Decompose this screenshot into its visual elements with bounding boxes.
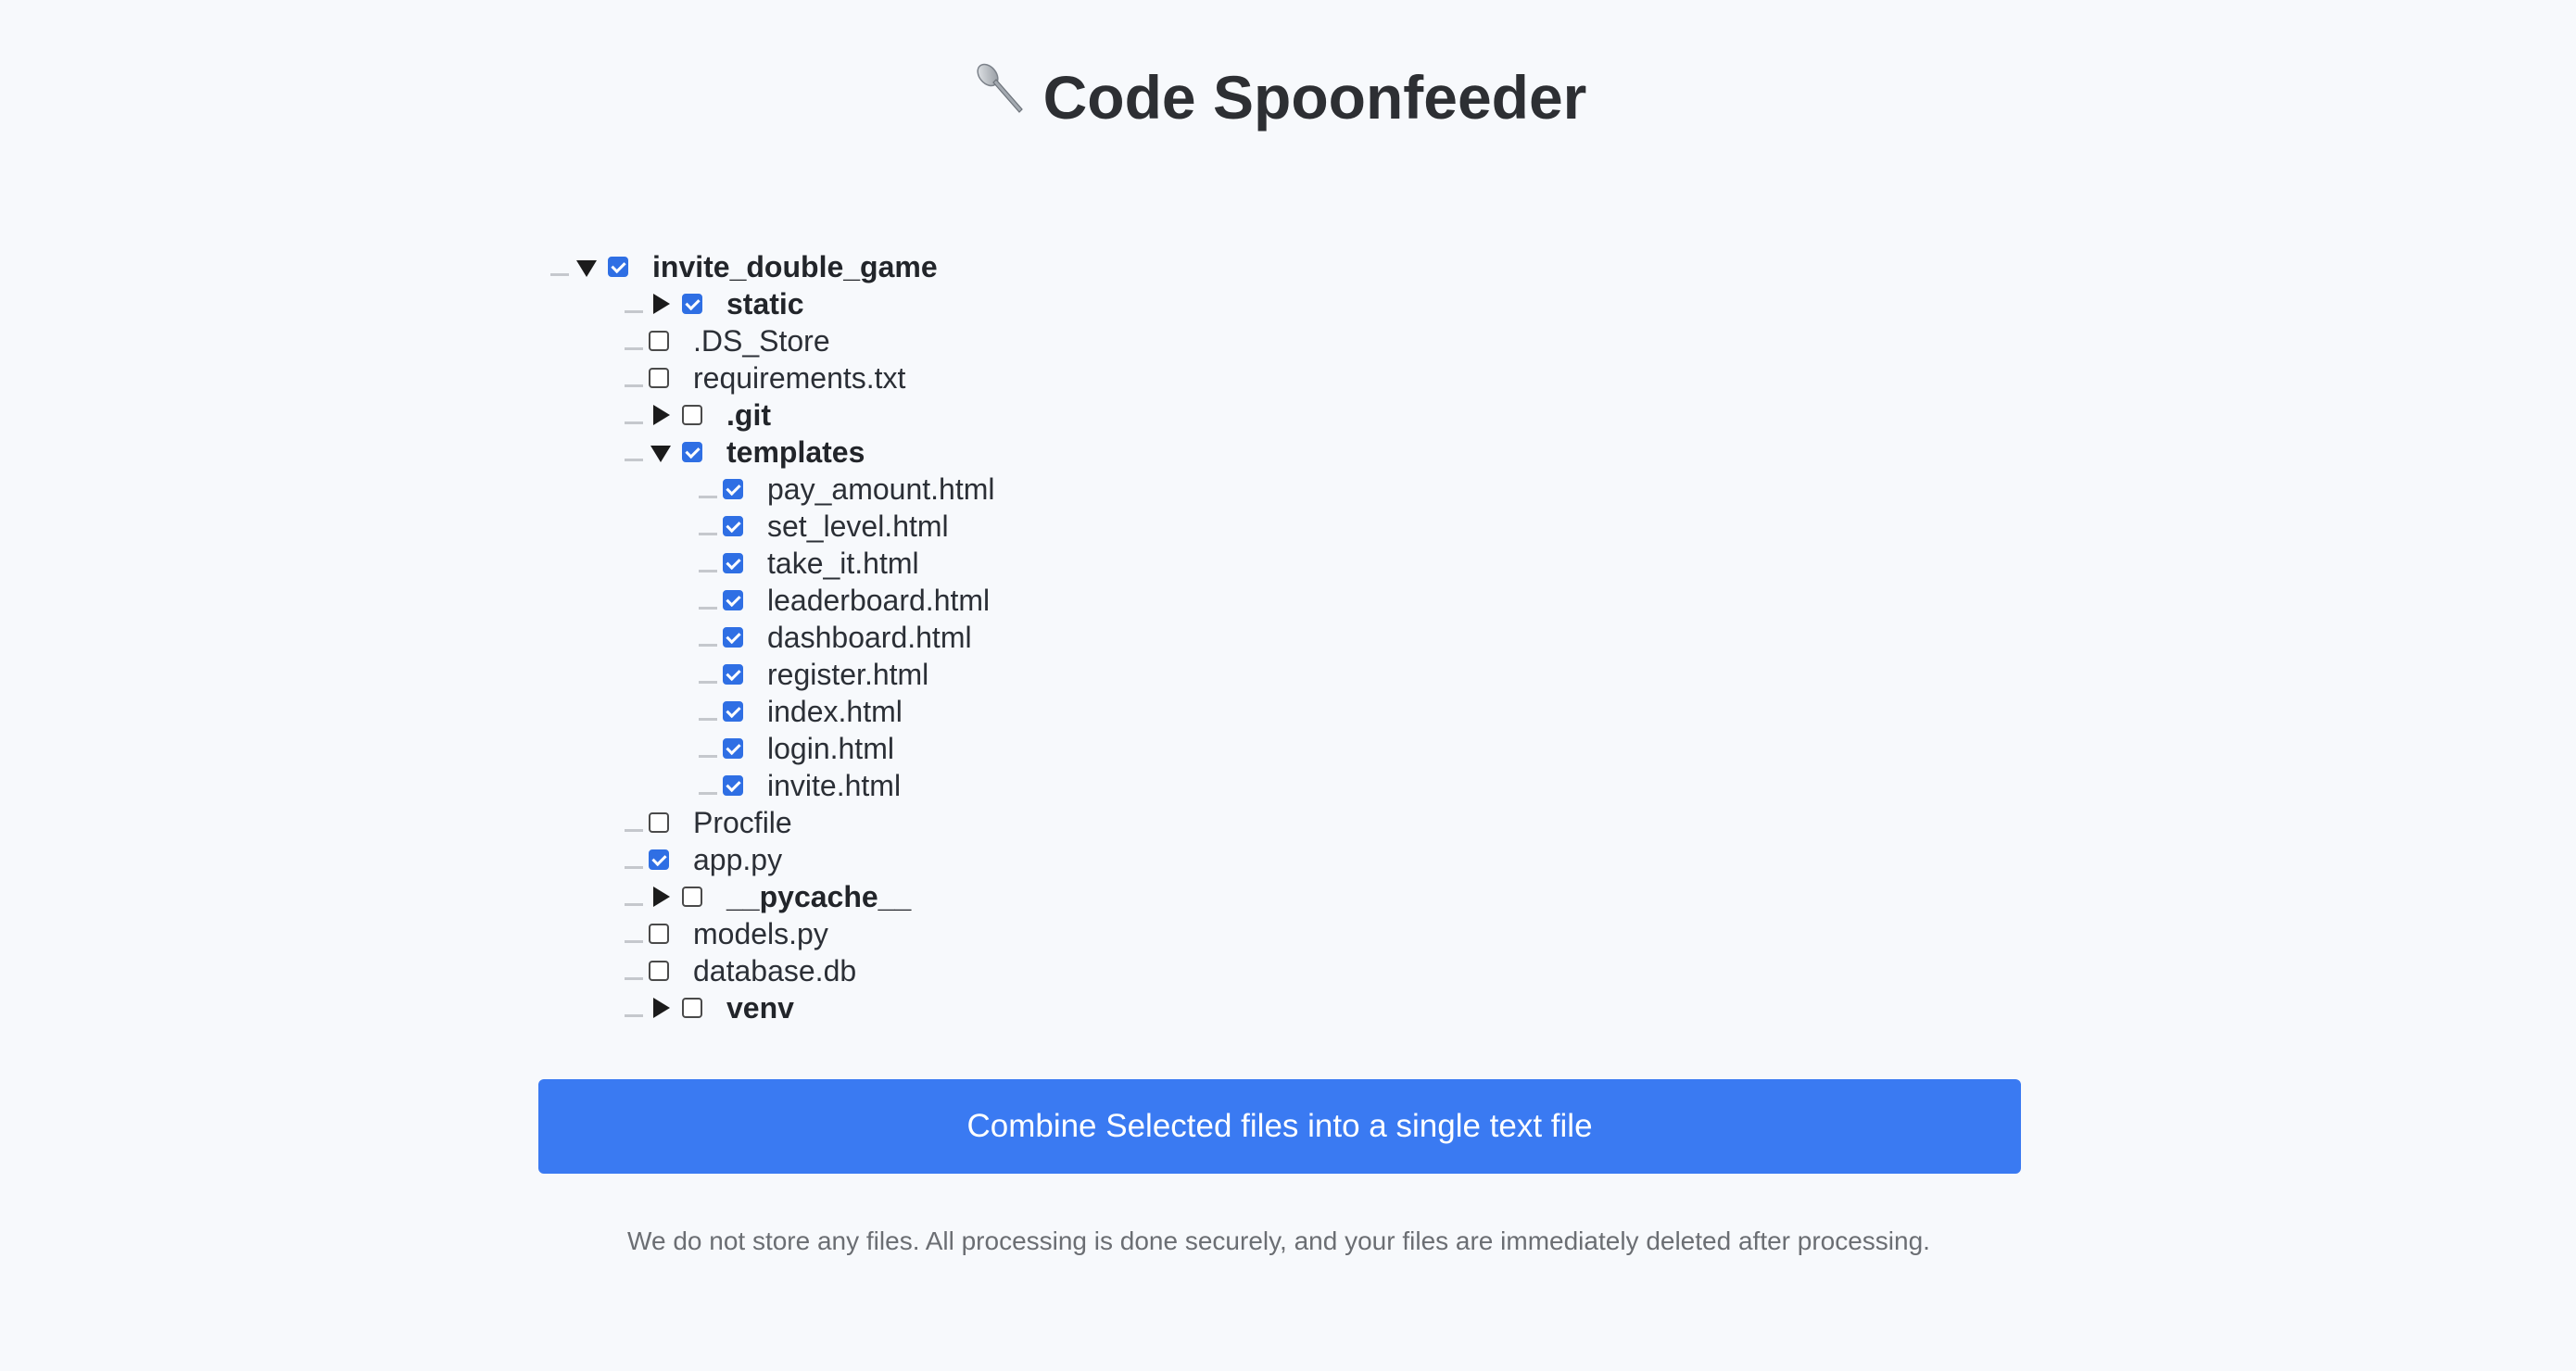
checkbox-templates[interactable] [682, 442, 702, 462]
tree-row-invite-double-game: invite_double_game [550, 248, 994, 285]
file-label[interactable]: database.db [693, 952, 856, 989]
tree-row-static: static [625, 285, 994, 322]
tree-row-set-level: set_level.html [699, 508, 994, 545]
tree-row-dashboard: dashboard.html [699, 619, 994, 656]
expand-toggle-icon[interactable] [649, 403, 673, 427]
file-label[interactable]: models.py [693, 915, 828, 952]
tree-row-login: login.html [699, 730, 994, 767]
checkbox-database-db[interactable] [649, 961, 669, 981]
checkbox-pycache[interactable] [682, 887, 702, 907]
checkbox-pay-amount[interactable] [723, 479, 743, 499]
tree-row-procfile: Procfile [625, 804, 994, 841]
file-label[interactable]: pay_amount.html [767, 471, 994, 508]
checkbox-set-level[interactable] [723, 516, 743, 536]
tree-connector [699, 791, 717, 795]
checkbox-invite[interactable] [723, 775, 743, 796]
folder-label[interactable]: invite_double_game [652, 248, 938, 285]
tree-connector [625, 939, 643, 943]
checkbox-app-py[interactable] [649, 849, 669, 870]
tree-row-templates: templates [625, 434, 994, 471]
checkbox-login[interactable] [723, 738, 743, 759]
tree-row-leaderboard: leaderboard.html [699, 582, 994, 619]
tree-connector [625, 865, 643, 869]
tree-connector [699, 532, 717, 535]
tree-row-register: register.html [699, 656, 994, 693]
file-label[interactable]: Procfile [693, 804, 792, 841]
folder-label[interactable]: static [726, 285, 804, 322]
privacy-note: We do not store any files. All processin… [627, 1226, 1930, 1255]
expand-toggle-icon[interactable] [649, 996, 673, 1020]
tree-connector [625, 1013, 643, 1017]
tree-row-take-it: take_it.html [699, 545, 994, 582]
checkbox-leaderboard[interactable] [723, 590, 743, 610]
file-label[interactable]: index.html [767, 693, 903, 730]
file-tree: invite_double_game static .DS_Store requ… [550, 248, 994, 1026]
tree-connector [699, 643, 717, 647]
tree-connector [625, 346, 643, 350]
tree-connector [625, 421, 643, 424]
checkbox-dashboard[interactable] [723, 627, 743, 648]
file-label[interactable]: .DS_Store [693, 322, 830, 359]
tree-connector [625, 828, 643, 832]
tree-connector [625, 384, 643, 387]
folder-label[interactable]: templates [726, 434, 865, 471]
app-page: Code Spoonfeeder invite_double_game stat… [0, 0, 2576, 1371]
tree-row-ds-store: .DS_Store [625, 322, 994, 359]
checkbox-models-py[interactable] [649, 924, 669, 944]
page-title: Code Spoonfeeder [0, 57, 2557, 137]
tree-connector [625, 902, 643, 906]
folder-label[interactable]: venv [726, 989, 794, 1026]
tree-connector [699, 495, 717, 498]
tree-connector [699, 606, 717, 610]
checkbox-register[interactable] [723, 664, 743, 685]
checkbox-index[interactable] [723, 701, 743, 722]
tree-connector [550, 272, 569, 276]
checkbox-static[interactable] [682, 294, 702, 314]
file-label[interactable]: invite.html [767, 767, 901, 804]
tree-connector [699, 717, 717, 721]
file-label[interactable]: requirements.txt [693, 359, 905, 396]
checkbox-requirements[interactable] [649, 368, 669, 388]
tree-connector [699, 754, 717, 758]
tree-connector [699, 680, 717, 684]
tree-row-pycache: __pycache__ [625, 878, 994, 915]
tree-connector [625, 976, 643, 980]
file-label[interactable]: register.html [767, 656, 928, 693]
combine-files-button[interactable]: Combine Selected files into a single tex… [538, 1079, 2021, 1174]
checkbox-procfile[interactable] [649, 812, 669, 833]
tree-row-pay-amount: pay_amount.html [699, 471, 994, 508]
spoon-icon [971, 57, 1030, 137]
expand-toggle-icon[interactable] [649, 885, 673, 909]
tree-connector [625, 309, 643, 313]
file-label[interactable]: app.py [693, 841, 782, 878]
tree-row-app-py: app.py [625, 841, 994, 878]
file-label[interactable]: take_it.html [767, 545, 919, 582]
folder-label[interactable]: .git [726, 396, 771, 434]
tree-row-git: .git [625, 396, 994, 434]
tree-row-models-py: models.py [625, 915, 994, 952]
checkbox-venv[interactable] [682, 998, 702, 1018]
file-label[interactable]: leaderboard.html [767, 582, 990, 619]
collapse-toggle-icon[interactable] [575, 255, 599, 279]
file-label[interactable]: dashboard.html [767, 619, 972, 656]
checkbox-take-it[interactable] [723, 553, 743, 573]
tree-row-index: index.html [699, 693, 994, 730]
app-title: Code Spoonfeeder [1042, 63, 1587, 132]
tree-connector [699, 569, 717, 572]
expand-toggle-icon[interactable] [649, 292, 673, 316]
checkbox-invite-double-game[interactable] [608, 257, 628, 277]
file-label[interactable]: set_level.html [767, 508, 949, 545]
collapse-toggle-icon[interactable] [649, 440, 673, 464]
tree-row-database-db: database.db [625, 952, 994, 989]
checkbox-git[interactable] [682, 405, 702, 425]
tree-connector [625, 458, 643, 461]
tree-row-venv: venv [625, 989, 994, 1026]
file-label[interactable]: login.html [767, 730, 894, 767]
folder-label[interactable]: __pycache__ [726, 878, 911, 915]
tree-row-invite: invite.html [699, 767, 994, 804]
tree-row-requirements: requirements.txt [625, 359, 994, 396]
checkbox-ds-store[interactable] [649, 331, 669, 351]
